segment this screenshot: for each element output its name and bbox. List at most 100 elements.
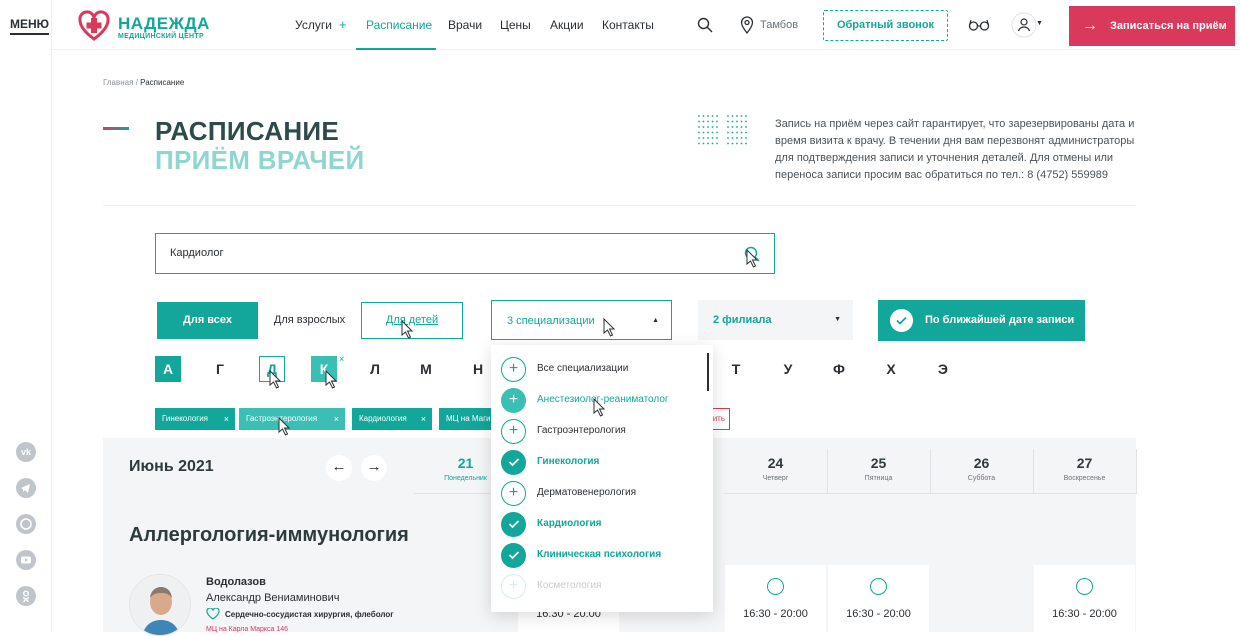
breadcrumb-separator: / <box>135 78 138 87</box>
plus-icon: + <box>501 388 526 413</box>
letter-filter[interactable]: А <box>155 356 181 382</box>
youtube-icon[interactable] <box>16 550 36 570</box>
plus-icon[interactable]: + <box>339 17 347 32</box>
logo-name[interactable]: НАДЕЖДА <box>118 14 210 34</box>
doctor-specialty: Сердечно-сосудистая хирургия, флеболог <box>225 610 394 619</box>
time-slot-label: 16:30 - 20:00 <box>1052 608 1117 620</box>
day-column-header[interactable]: 26 Суббота <box>930 449 1033 494</box>
specialties-select[interactable]: 3 специализации ▲ <box>491 300 672 340</box>
specialty-option[interactable]: Гинекология <box>501 450 701 476</box>
nav-promos[interactable]: Акции <box>550 18 584 32</box>
search-field[interactable]: Кардиолог <box>155 233 775 274</box>
branches-select[interactable]: 2 филиала ▼ <box>698 300 853 340</box>
next-week-button[interactable]: → <box>361 455 387 481</box>
chevron-down-icon[interactable]: ▼ <box>1036 20 1043 27</box>
doctor-first-name: Александр Вениаминович <box>206 592 340 604</box>
plus-icon: + <box>501 481 526 506</box>
intro-text: Запись на приём через сайт гарантирует, … <box>775 118 1135 181</box>
nav-doctors[interactable]: Врачи <box>448 18 482 32</box>
letter-filter[interactable]: У <box>775 356 801 382</box>
nearest-date-label: По ближайшей дате записи <box>925 314 1075 326</box>
time-slot-label: 16:30 - 20:00 <box>846 608 911 620</box>
search-icon[interactable] <box>697 17 713 33</box>
letter-filter[interactable]: Т <box>723 356 749 382</box>
cursor-pointer-icon <box>269 370 282 389</box>
close-icon[interactable]: × <box>224 408 229 430</box>
callback-button[interactable]: Обратный звонок <box>823 10 948 41</box>
time-slot[interactable]: 16:30 - 20:00 <box>725 565 826 632</box>
close-icon[interactable]: × <box>334 408 339 430</box>
check-icon <box>890 309 913 332</box>
filter-chip[interactable]: Кардиология × <box>352 408 432 430</box>
letter-filter[interactable]: Н <box>465 356 491 382</box>
filter-chip-label: Кардиология <box>359 414 407 423</box>
time-slot[interactable]: 16:30 - 20:00 <box>1034 565 1135 632</box>
letter-filter[interactable]: М <box>413 356 439 382</box>
specialty-option-label: Клиническая психология <box>537 549 662 560</box>
vk-icon[interactable]: vk <box>16 442 36 462</box>
nav-prices[interactable]: Цены <box>500 18 531 32</box>
title-accent-line <box>103 127 129 130</box>
nearest-date-toggle[interactable]: По ближайшей дате записи <box>878 300 1085 341</box>
letter-filter[interactable]: Э <box>930 356 956 382</box>
branches-select-value: 2 филиала <box>713 314 772 326</box>
telegram-icon[interactable] <box>16 478 36 498</box>
glasses-icon[interactable] <box>968 18 990 32</box>
specialty-option[interactable]: Клиническая психология <box>501 543 701 569</box>
book-appointment-button[interactable]: → Записаться на приём <box>1069 6 1235 46</box>
chevron-up-icon: ▲ <box>652 317 659 324</box>
filter-chip[interactable]: МЦ на Маги <box>439 408 499 430</box>
cursor-pointer-icon <box>593 398 606 417</box>
whatsapp-icon[interactable] <box>16 514 36 534</box>
filter-chip[interactable]: Гинекология × <box>155 408 235 430</box>
side-rail: МЕНЮ vk <box>0 0 52 632</box>
specialties-dropdown: + Все специализации + Анестезиолог-реанимат… <box>491 345 713 612</box>
heart-specialty-icon <box>206 608 220 620</box>
heart-cross-logo-icon[interactable] <box>78 10 110 42</box>
odnoklassniki-icon[interactable] <box>16 586 36 606</box>
breadcrumb: Главная / Расписание <box>103 78 184 87</box>
time-slot[interactable]: 16:30 - 20:00 <box>828 565 929 632</box>
letter-filter[interactable]: Л <box>362 356 388 382</box>
letter-filter[interactable]: Г <box>207 356 233 382</box>
day-number: 26 <box>973 455 990 471</box>
specialty-option-label: Гинекология <box>537 456 600 467</box>
day-column-header[interactable]: 27 Воскресенье <box>1033 449 1136 494</box>
close-icon[interactable]: × <box>421 408 426 430</box>
day-column-header[interactable]: 24 Четверг <box>724 449 827 494</box>
menu-button[interactable]: МЕНЮ <box>10 17 50 35</box>
plus-icon: + <box>501 574 526 599</box>
specialty-option[interactable]: + Гастроэнтерология <box>501 419 701 445</box>
breadcrumb-home[interactable]: Главная <box>103 78 133 87</box>
letter-filter[interactable]: Ф <box>826 356 852 382</box>
filter-chip-label: МЦ на Маги <box>446 414 491 423</box>
prev-week-button[interactable]: ← <box>326 455 352 481</box>
dropdown-scrollbar[interactable] <box>707 353 709 391</box>
doctor-avatar[interactable] <box>129 574 191 636</box>
specialty-option-label: Все специализации <box>537 363 629 374</box>
filter-all-button[interactable]: Для всех <box>157 302 258 339</box>
filter-adults-button[interactable]: Для взрослых <box>258 302 361 339</box>
day-divider <box>1136 449 1137 494</box>
specialty-option[interactable]: + Все специализации <box>501 357 701 383</box>
user-profile-icon[interactable] <box>1011 12 1037 38</box>
search-value: Кардиолог <box>170 247 224 259</box>
letter-remove-icon[interactable]: × <box>339 354 344 364</box>
clinic-icon <box>767 578 784 595</box>
letter-filter[interactable]: Х <box>878 356 904 382</box>
doctor-last-name[interactable]: Водолазов <box>206 576 266 588</box>
specialty-option[interactable]: Кардиология <box>501 512 701 538</box>
specialty-option[interactable]: + Косметология <box>501 574 701 600</box>
nav-services[interactable]: Услуги <box>295 18 332 32</box>
day-number: 27 <box>1076 455 1093 471</box>
weekday-name: Суббота <box>967 475 996 482</box>
cursor-pointer-icon <box>278 417 291 436</box>
specialty-option[interactable]: + Дерматовенерология <box>501 481 701 507</box>
specialties-select-value: 3 специализации <box>507 315 595 327</box>
city-selector[interactable]: Тамбов <box>760 19 798 31</box>
nav-contacts[interactable]: Контакты <box>602 18 654 32</box>
day-column-header[interactable]: 25 Пятница <box>827 449 930 494</box>
nav-schedule[interactable]: Расписание <box>366 18 432 32</box>
plus-icon: + <box>501 419 526 444</box>
filter-chip[interactable]: Гастроэнтерология × <box>239 408 345 430</box>
